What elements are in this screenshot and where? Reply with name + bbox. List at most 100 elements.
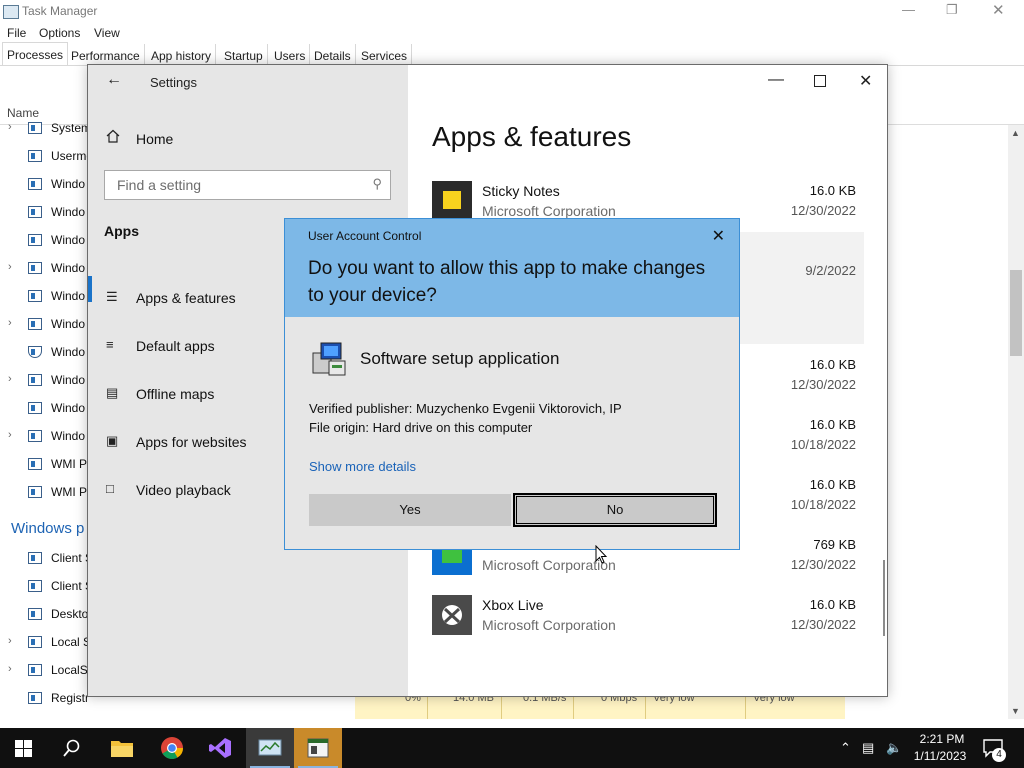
tab-users[interactable]: Users xyxy=(270,44,311,65)
uac-publisher: Verified publisher: Muzychenko Evgenii V… xyxy=(309,401,622,416)
search-button[interactable] xyxy=(48,728,96,768)
process-icon xyxy=(28,552,42,564)
process-row[interactable]: Registry xyxy=(0,685,90,713)
no-button[interactable]: No xyxy=(513,493,717,527)
menu-view[interactable]: View xyxy=(94,26,120,40)
app-size: 16.0 KB xyxy=(809,597,856,612)
minimize-icon[interactable]: — xyxy=(902,2,915,17)
chevron-right-icon[interactable]: › xyxy=(8,429,12,441)
process-row[interactable]: Usermo xyxy=(0,143,90,171)
chevron-right-icon[interactable]: › xyxy=(8,317,12,329)
nav-label: Video playback xyxy=(136,482,231,498)
yes-button[interactable]: Yes xyxy=(309,494,511,526)
show-more-details-link[interactable]: Show more details xyxy=(309,459,416,474)
clock-date[interactable]: 1/11/2023 xyxy=(908,749,972,763)
process-row[interactable]: Windo xyxy=(0,395,90,423)
nav-label: Apps & features xyxy=(136,290,236,306)
process-row[interactable]: Windo xyxy=(0,227,90,255)
chevron-right-icon[interactable]: › xyxy=(8,663,12,675)
app-size: 16.0 KB xyxy=(809,417,856,432)
settings-search-input[interactable]: Find a setting ⚲ xyxy=(104,170,391,200)
settings-scrollbar[interactable] xyxy=(883,560,885,636)
app-date: 9/2/2022 xyxy=(805,263,856,278)
visual-studio-button[interactable] xyxy=(196,728,244,768)
chevron-right-icon[interactable]: › xyxy=(8,373,12,385)
minimize-icon[interactable]: — xyxy=(768,71,784,89)
settings-title: Settings xyxy=(150,75,197,90)
website-icon: ▣ xyxy=(106,433,119,448)
menu-file[interactable]: File xyxy=(7,26,26,40)
tab-details[interactable]: Details xyxy=(310,44,356,65)
process-row[interactable]: Deskto xyxy=(0,601,90,629)
tab-performance[interactable]: Performance xyxy=(67,44,145,65)
section-apps: Apps xyxy=(104,223,139,239)
chevron-up-icon[interactable]: ⌃ xyxy=(840,740,851,756)
process-name: LocalSe xyxy=(51,663,89,677)
search-placeholder: Find a setting xyxy=(117,177,202,193)
process-row[interactable]: › Local S xyxy=(0,629,90,657)
process-icon xyxy=(28,234,42,246)
process-name: Windo xyxy=(51,261,86,275)
app-date: 12/30/2022 xyxy=(790,557,856,572)
chevron-right-icon[interactable]: › xyxy=(8,635,12,647)
process-icon xyxy=(28,318,42,330)
process-row[interactable]: › Windo xyxy=(0,311,90,339)
tab-services[interactable]: Services xyxy=(357,44,413,65)
start-button[interactable] xyxy=(0,728,48,768)
process-row[interactable]: WMI P xyxy=(0,451,90,479)
uac-header: User Account Control ✕ Do you want to al… xyxy=(285,219,739,317)
close-icon[interactable]: ✕ xyxy=(859,71,872,91)
task-manager-button[interactable] xyxy=(246,728,294,768)
windows-logo-icon xyxy=(15,740,32,757)
process-row[interactable]: › Windo xyxy=(0,255,90,283)
tab-app-history[interactable]: App history xyxy=(147,44,217,65)
clock-time[interactable]: 2:21 PM xyxy=(912,732,972,746)
network-icon[interactable]: ▤ xyxy=(862,740,874,756)
process-row[interactable]: Client S xyxy=(0,545,90,573)
menu-options[interactable]: Options xyxy=(39,26,80,40)
chevron-down-icon[interactable]: › xyxy=(8,121,12,133)
tab-processes[interactable]: Processes xyxy=(2,42,69,66)
process-row[interactable]: Windo xyxy=(0,171,90,199)
task-manager-menubar: File Options View xyxy=(0,24,1024,42)
close-icon[interactable]: ✕ xyxy=(712,226,725,246)
folder-icon xyxy=(111,741,133,757)
process-row[interactable]: › LocalSe xyxy=(0,657,90,685)
process-row[interactable]: Client S xyxy=(0,573,90,601)
uac-caption: User Account Control xyxy=(308,229,422,243)
task-manager-tabs: Processes Performance App history Startu… xyxy=(0,42,420,66)
chrome-button[interactable] xyxy=(148,728,196,768)
process-row[interactable]: › Windo xyxy=(0,367,90,395)
home-icon xyxy=(106,129,120,143)
uac-dialog: User Account Control ✕ Do you want to al… xyxy=(284,218,740,550)
process-row[interactable]: Windo xyxy=(0,339,90,367)
process-row[interactable]: WMI P xyxy=(0,479,90,507)
process-icon xyxy=(28,580,42,592)
nav-home[interactable]: Home xyxy=(136,131,173,147)
scroll-up-icon[interactable]: ▲ xyxy=(1011,128,1020,138)
default-apps-icon: ≡ xyxy=(106,337,114,352)
volume-icon[interactable]: 🔈 xyxy=(886,740,902,756)
process-name: WMI P xyxy=(51,457,87,471)
app-date: 10/18/2022 xyxy=(790,497,856,512)
process-name: Windo xyxy=(51,289,86,303)
back-arrow-icon[interactable]: ← xyxy=(106,71,122,89)
process-row[interactable]: Windo xyxy=(0,283,90,311)
process-row[interactable]: Windo xyxy=(0,199,90,227)
scroll-down-icon[interactable]: ▼ xyxy=(1011,706,1020,716)
process-row[interactable]: › Windo xyxy=(0,423,90,451)
tab-startup[interactable]: Startup xyxy=(220,44,268,65)
task-manager-scrollbar[interactable] xyxy=(1008,125,1024,719)
mouse-cursor-icon xyxy=(595,545,608,564)
settings-app-button[interactable] xyxy=(294,728,342,768)
restore-icon[interactable]: ❐ xyxy=(946,2,958,18)
app-publisher: Microsoft Corporation xyxy=(482,203,616,219)
maximize-icon[interactable] xyxy=(814,75,826,87)
chevron-right-icon[interactable]: › xyxy=(8,261,12,273)
process-row[interactable]: › System xyxy=(0,115,90,143)
close-icon[interactable]: ✕ xyxy=(992,1,1005,19)
file-explorer-button[interactable] xyxy=(98,728,146,768)
search-icon[interactable]: ⚲ xyxy=(372,176,382,192)
task-manager-scrollbar-thumb[interactable] xyxy=(1010,270,1022,356)
app-row-xbox-live[interactable]: Xbox Live Microsoft Corporation 16.0 KB … xyxy=(432,595,856,651)
